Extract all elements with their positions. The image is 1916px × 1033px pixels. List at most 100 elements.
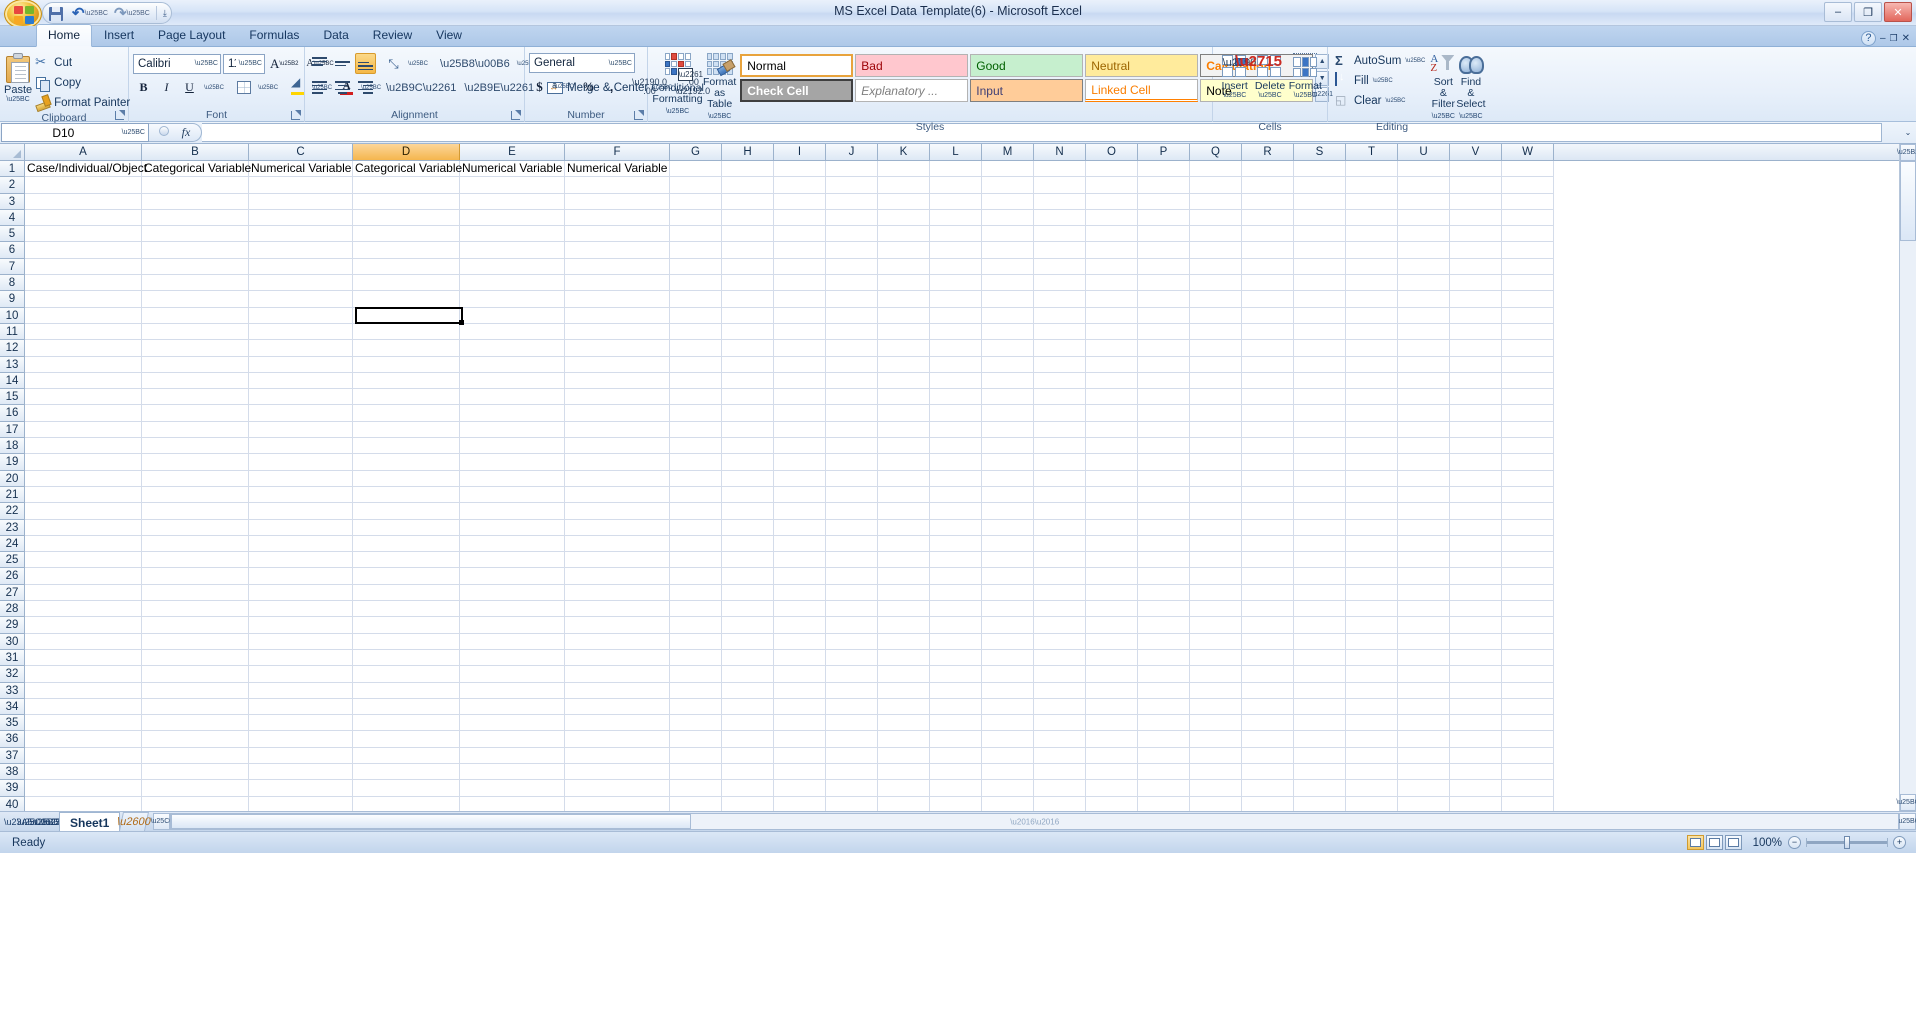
cell-C22[interactable] [249, 503, 353, 520]
cell-C6[interactable] [249, 242, 353, 259]
cell-D10[interactable] [353, 307, 460, 324]
cell-T22[interactable] [1346, 503, 1398, 520]
cell-V9[interactable] [1450, 291, 1502, 308]
cell-E14[interactable] [460, 372, 565, 390]
cell-F7[interactable] [565, 258, 670, 276]
cell-D15[interactable] [353, 389, 460, 406]
cell-P10[interactable] [1138, 307, 1190, 324]
cell-S30[interactable] [1294, 633, 1346, 650]
cell-N21[interactable] [1034, 486, 1086, 504]
cell-W34[interactable] [1502, 698, 1554, 716]
column-header-E[interactable]: E [460, 144, 565, 160]
cell-F37[interactable] [565, 747, 670, 764]
cell-N35[interactable] [1034, 715, 1086, 732]
cell-L8[interactable] [930, 275, 982, 292]
cell-B22[interactable] [142, 503, 249, 520]
cell-N39[interactable] [1034, 780, 1086, 797]
cell-J1[interactable] [826, 161, 878, 178]
cell-W38[interactable] [1502, 763, 1554, 781]
cell-G19[interactable] [670, 454, 722, 471]
cell-G28[interactable] [670, 601, 722, 618]
row-header-13[interactable]: 13 [0, 356, 24, 373]
cell-W31[interactable] [1502, 649, 1554, 667]
cell-K15[interactable] [878, 389, 930, 406]
cell-K21[interactable] [878, 486, 930, 504]
normal-view-button[interactable] [1687, 835, 1704, 850]
cell-W28[interactable] [1502, 601, 1554, 618]
row-header-30[interactable]: 30 [0, 633, 24, 650]
cell-D14[interactable] [353, 372, 460, 390]
cell-P39[interactable] [1138, 780, 1190, 797]
cell-C13[interactable] [249, 356, 353, 373]
cell-C24[interactable] [249, 535, 353, 553]
cell-U10[interactable] [1398, 307, 1450, 324]
column-header-S[interactable]: S [1294, 144, 1346, 160]
cell-O23[interactable] [1086, 519, 1138, 536]
cell-A32[interactable] [25, 666, 142, 683]
cell-B15[interactable] [142, 389, 249, 406]
cell-W37[interactable] [1502, 747, 1554, 764]
cell-I40[interactable] [774, 796, 826, 811]
cell-Q3[interactable] [1190, 193, 1242, 210]
cell-V34[interactable] [1450, 698, 1502, 716]
cell-S2[interactable] [1294, 177, 1346, 194]
cell-S35[interactable] [1294, 715, 1346, 732]
cell-A30[interactable] [25, 633, 142, 650]
style-linked-cell[interactable]: Linked Cell [1085, 79, 1199, 102]
cell-Q10[interactable] [1190, 307, 1242, 324]
cell-S19[interactable] [1294, 454, 1346, 471]
row-header-35[interactable]: 35 [0, 715, 24, 732]
row-header-3[interactable]: 3 [0, 193, 24, 210]
row-header-36[interactable]: 36 [0, 731, 24, 748]
cell-J4[interactable] [826, 209, 878, 227]
cell-I8[interactable] [774, 275, 826, 292]
row-header-12[interactable]: 12 [0, 340, 24, 357]
cell-W25[interactable] [1502, 552, 1554, 569]
cell-L38[interactable] [930, 763, 982, 781]
cell-P35[interactable] [1138, 715, 1190, 732]
cell-E10[interactable] [460, 307, 565, 324]
cell-S12[interactable] [1294, 340, 1346, 357]
cell-P30[interactable] [1138, 633, 1190, 650]
tab-insert[interactable]: Insert [92, 24, 146, 46]
cell-O21[interactable] [1086, 486, 1138, 504]
cell-L18[interactable] [930, 438, 982, 455]
row-header-29[interactable]: 29 [0, 617, 24, 634]
cell-J29[interactable] [826, 617, 878, 634]
cell-T39[interactable] [1346, 780, 1398, 797]
cell-N9[interactable] [1034, 291, 1086, 308]
cell-R14[interactable] [1242, 372, 1294, 390]
cell-A8[interactable] [25, 275, 142, 292]
cell-V31[interactable] [1450, 649, 1502, 667]
cell-O20[interactable] [1086, 470, 1138, 487]
cell-V22[interactable] [1450, 503, 1502, 520]
cell-V11[interactable] [1450, 323, 1502, 341]
cell-R9[interactable] [1242, 291, 1294, 308]
cell-V25[interactable] [1450, 552, 1502, 569]
cell-J37[interactable] [826, 747, 878, 764]
cell-S17[interactable] [1294, 421, 1346, 439]
decrease-indent-button[interactable]: \u2B9C\u2261 [383, 77, 459, 98]
cell-B12[interactable] [142, 340, 249, 357]
paste-dropdown-icon[interactable]: \u25BC [6, 96, 29, 103]
column-header-K[interactable]: K [878, 144, 930, 160]
cell-C36[interactable] [249, 731, 353, 748]
cell-B16[interactable] [142, 405, 249, 422]
underline-button[interactable]: U [179, 77, 200, 98]
cell-R12[interactable] [1242, 340, 1294, 357]
cell-P27[interactable] [1138, 584, 1190, 602]
cell-J9[interactable] [826, 291, 878, 308]
column-header-W[interactable]: W [1502, 144, 1554, 160]
cell-H12[interactable] [722, 340, 774, 357]
cell-V3[interactable] [1450, 193, 1502, 210]
align-center-button[interactable] [332, 77, 353, 98]
cell-G20[interactable] [670, 470, 722, 487]
cell-L28[interactable] [930, 601, 982, 618]
cell-V20[interactable] [1450, 470, 1502, 487]
cell-M4[interactable] [982, 209, 1034, 227]
cell-V38[interactable] [1450, 763, 1502, 781]
cell-L15[interactable] [930, 389, 982, 406]
number-format-combo[interactable]: General \u25BC [529, 53, 635, 73]
cell-I28[interactable] [774, 601, 826, 618]
cell-E11[interactable] [460, 323, 565, 341]
